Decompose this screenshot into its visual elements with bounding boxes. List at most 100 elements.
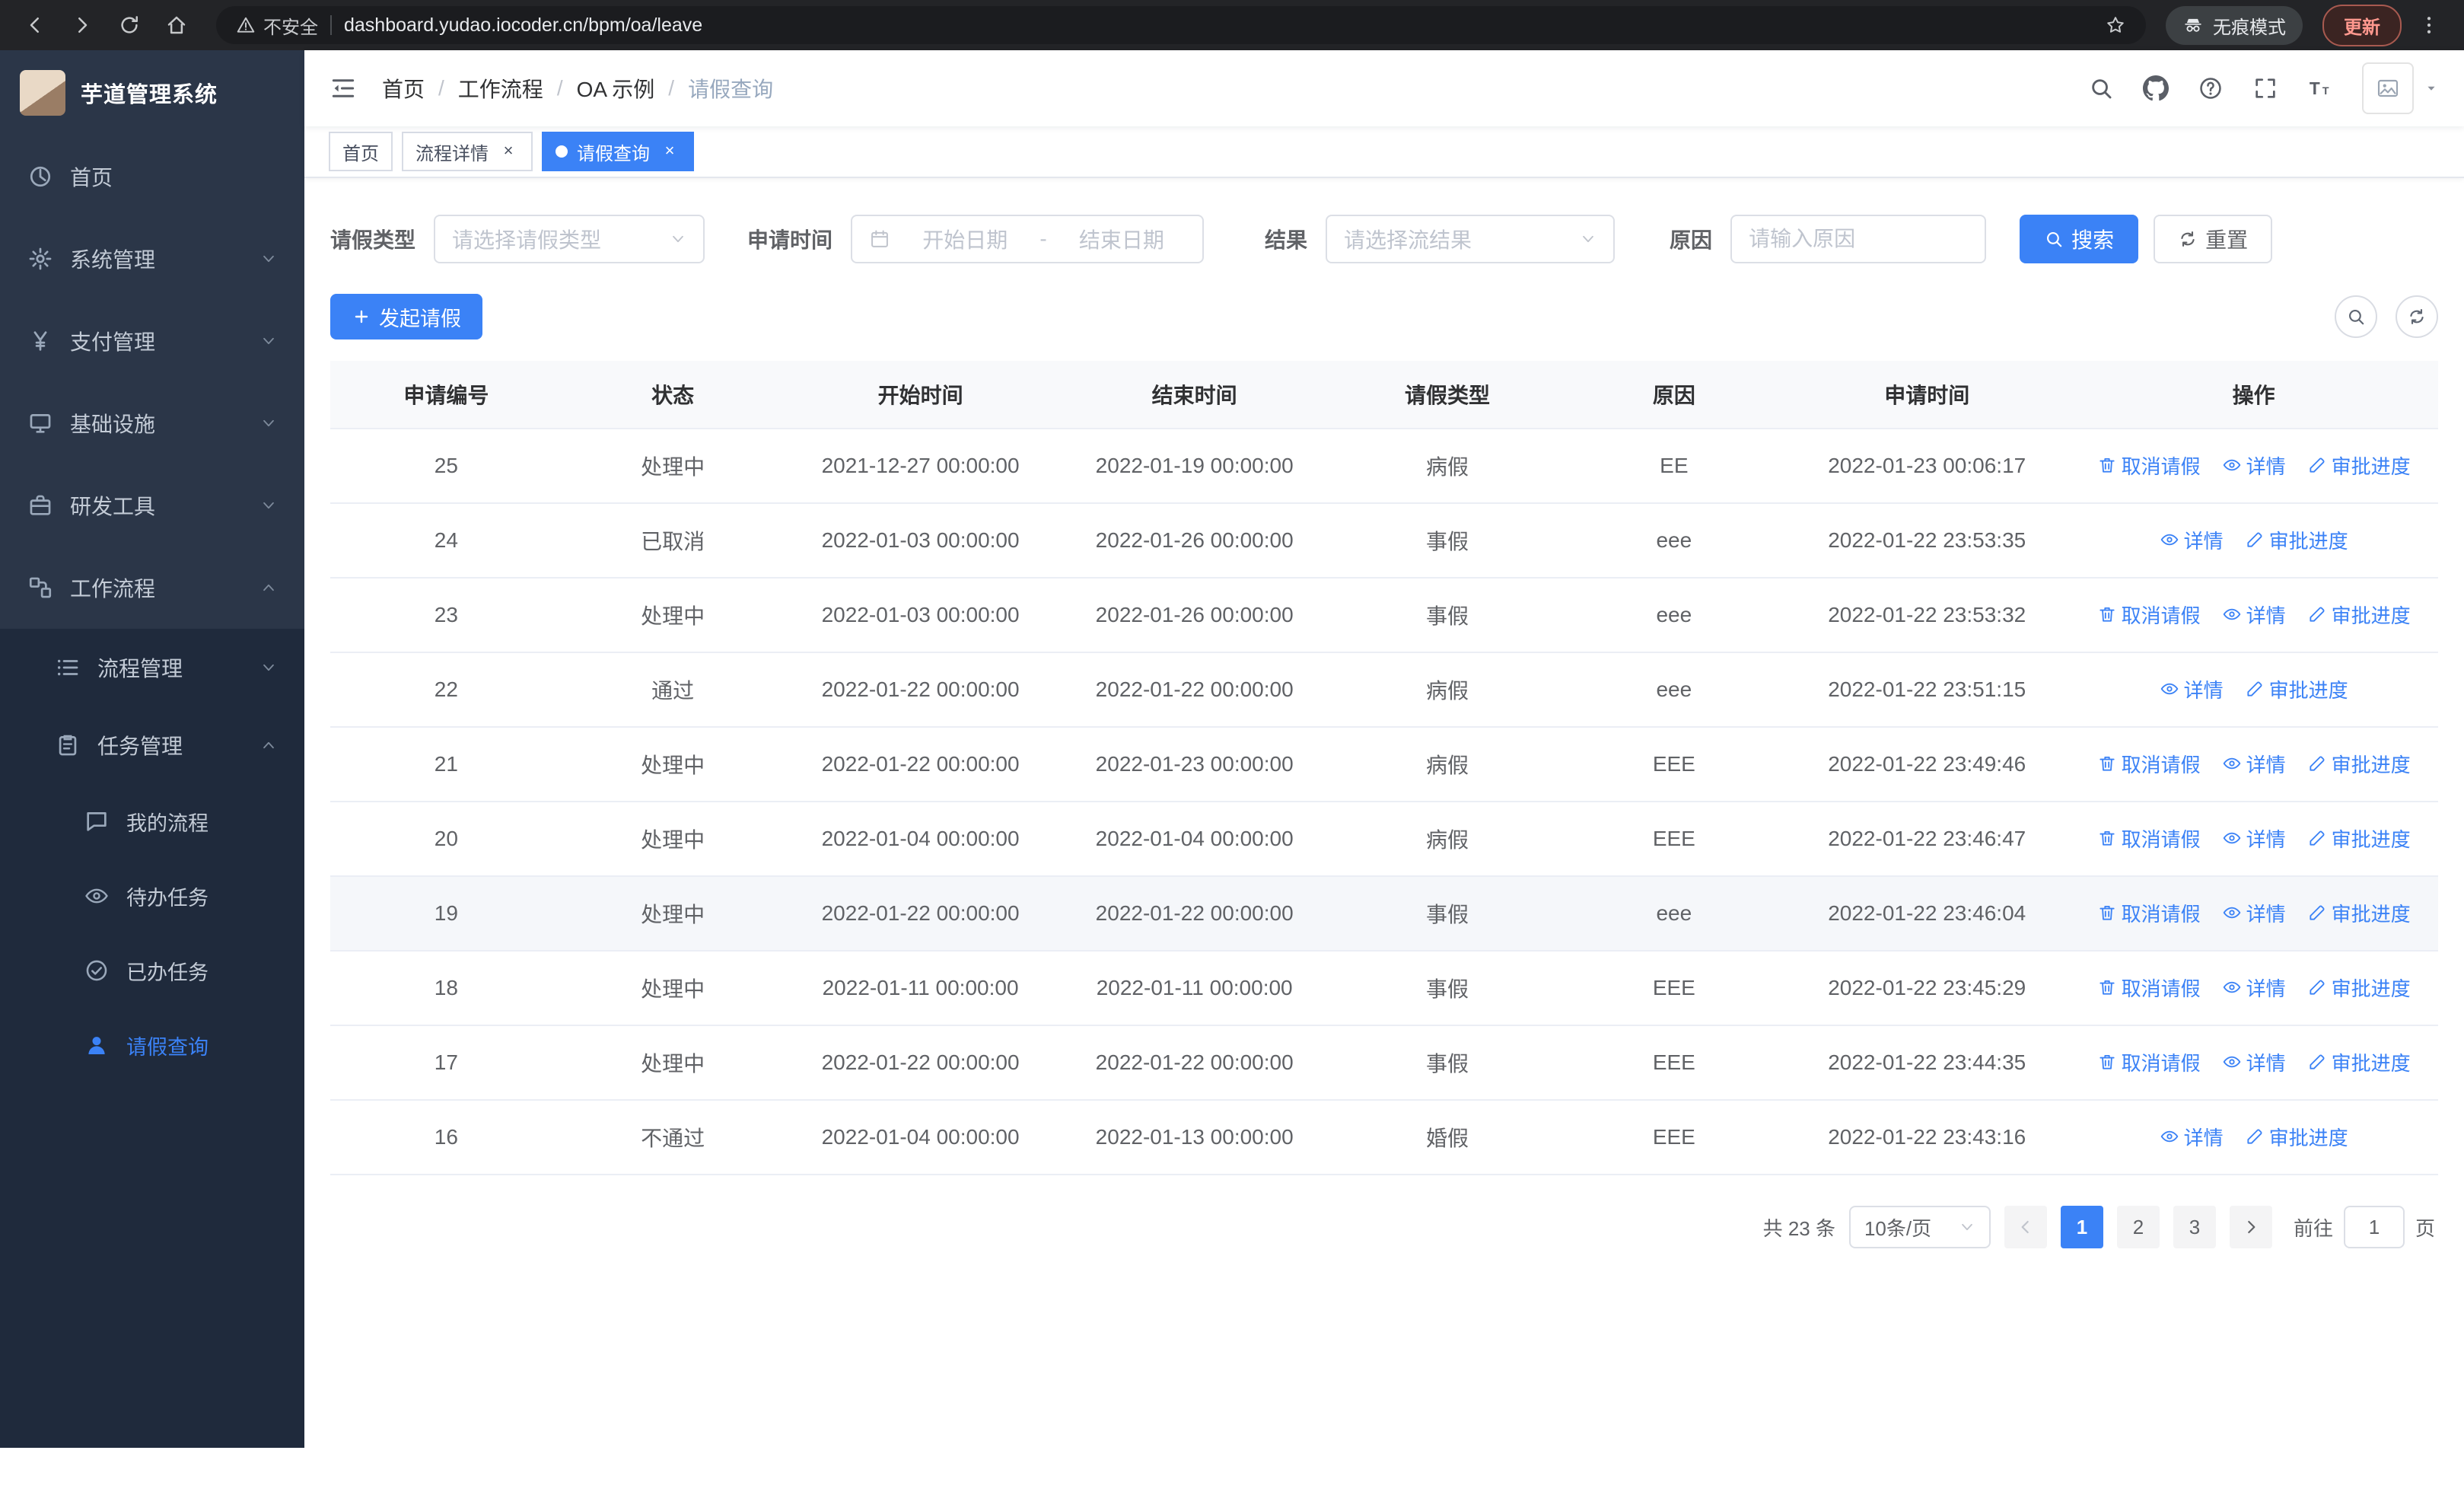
page-button-1[interactable]: 1	[2060, 1206, 2103, 1248]
cancel-leave-action[interactable]: 取消请假	[2097, 974, 2201, 1002]
approval-progress-action[interactable]: 审批进度	[2307, 824, 2411, 853]
result-select[interactable]: 请选择流结果	[1326, 215, 1616, 263]
detail-action[interactable]: 详情	[2222, 899, 2286, 927]
cancel-leave-action[interactable]: 取消请假	[2097, 750, 2201, 778]
prev-page-button[interactable]	[2004, 1206, 2047, 1248]
sidebar-leaf-已办任务[interactable]: 已办任务	[0, 933, 304, 1008]
chevron-down-icon	[260, 250, 277, 267]
address-bar[interactable]: 不安全 dashboard.yudao.iocoder.cn/bpm/oa/le…	[216, 6, 2146, 44]
leave-type-select[interactable]: 请选择请假类型	[434, 215, 705, 263]
cell-status: 处理中	[562, 578, 784, 653]
goto-page-input[interactable]	[2343, 1206, 2405, 1248]
sidebar-leaf-待办任务[interactable]: 待办任务	[0, 859, 304, 933]
table-row: 24 已取消 2022-01-03 00:00:00 2022-01-26 00:00…	[330, 503, 2438, 579]
sidebar-item-基础设施[interactable]: 基础设施	[0, 382, 304, 464]
column-header: 操作	[2069, 361, 2438, 429]
cancel-leave-action[interactable]: 取消请假	[2097, 451, 2201, 480]
eye-icon	[84, 883, 110, 909]
app-root: 芋道管理系统 首页 系统管理 支付管理 基础设施 研发工具 工作流程 流程管理 任务管理 我的流…	[0, 50, 2464, 1495]
sidebar-item-工作流程[interactable]: 工作流程	[0, 547, 304, 629]
sidebar-item-首页[interactable]: 首页	[0, 135, 304, 218]
approval-progress-action[interactable]: 审批进度	[2307, 750, 2411, 778]
approval-progress-action[interactable]: 审批进度	[2245, 526, 2348, 554]
user-menu[interactable]	[2362, 62, 2440, 114]
create-leave-button[interactable]: 发起请假	[330, 294, 482, 339]
toggle-search-button[interactable]	[2335, 295, 2377, 338]
chevron-down-icon	[260, 659, 277, 676]
approval-progress-action[interactable]: 审批进度	[2245, 675, 2348, 703]
search-button[interactable]: 搜索	[2020, 215, 2139, 263]
sidebar-fold-button[interactable]	[329, 74, 358, 103]
eye-icon	[2222, 754, 2242, 773]
bookmark-star-icon[interactable]	[2105, 14, 2126, 36]
sidebar-leaf-我的流程[interactable]: 我的流程	[0, 784, 304, 859]
action-label: 审批进度	[2268, 1126, 2348, 1149]
detail-action[interactable]: 详情	[2222, 824, 2286, 853]
edit-icon	[2307, 604, 2327, 624]
detail-action[interactable]: 详情	[2222, 974, 2286, 1002]
browser-forward-button[interactable]	[62, 5, 102, 45]
workflow-icon	[27, 575, 53, 601]
approval-progress-action[interactable]: 审批进度	[2307, 899, 2411, 927]
approval-progress-action[interactable]: 审批进度	[2307, 974, 2411, 1002]
approval-progress-action[interactable]: 审批进度	[2245, 1123, 2348, 1151]
sidebar-item-支付管理[interactable]: 支付管理	[0, 300, 304, 382]
detail-action[interactable]: 详情	[2160, 1123, 2224, 1151]
tab-首页[interactable]: 首页	[329, 132, 393, 171]
breadcrumb-item[interactable]: 首页	[382, 73, 425, 104]
refresh-table-button[interactable]	[2396, 295, 2438, 338]
close-tab-icon[interactable]: ×	[659, 141, 680, 162]
trash-icon	[2097, 754, 2117, 773]
approval-progress-action[interactable]: 审批进度	[2307, 451, 2411, 480]
browser-home-button[interactable]	[157, 5, 196, 45]
cancel-leave-action[interactable]: 取消请假	[2097, 601, 2201, 629]
font-size-icon[interactable]: TT	[2307, 75, 2333, 101]
help-icon[interactable]	[2198, 75, 2224, 101]
tab-请假查询[interactable]: 请假查询 ×	[542, 132, 694, 171]
reason-input[interactable]	[1732, 216, 1985, 262]
sidebar-subitem-流程管理[interactable]: 流程管理	[0, 629, 304, 706]
cancel-leave-action[interactable]: 取消请假	[2097, 824, 2201, 853]
app-logo[interactable]: 芋道管理系统	[0, 50, 304, 135]
detail-action[interactable]: 详情	[2222, 1048, 2286, 1076]
browser-update-button[interactable]: 更新	[2322, 4, 2402, 46]
breadcrumb-item[interactable]: OA 示例	[577, 73, 655, 104]
github-icon[interactable]	[2143, 75, 2169, 101]
edit-icon	[2245, 530, 2265, 550]
sidebar-subitem-任务管理[interactable]: 任务管理	[0, 706, 304, 784]
detail-action[interactable]: 详情	[2222, 601, 2286, 629]
sidebar-item-研发工具[interactable]: 研发工具	[0, 464, 304, 547]
browser-reload-button[interactable]	[110, 5, 149, 45]
cancel-leave-action[interactable]: 取消请假	[2097, 1048, 2201, 1076]
browser-back-button[interactable]	[15, 5, 55, 45]
tools-icon	[27, 492, 53, 518]
page-button-2[interactable]: 2	[2116, 1206, 2160, 1248]
cell-reason: eee	[1563, 578, 1785, 653]
next-page-button[interactable]	[2229, 1206, 2272, 1248]
browser-menu-button[interactable]	[2409, 5, 2449, 45]
pagination: 共 23 条 10条/页 123 前往 页	[333, 1206, 2435, 1279]
close-tab-icon[interactable]: ×	[498, 141, 519, 162]
detail-action[interactable]: 详情	[2160, 675, 2224, 703]
apply-time-range-picker[interactable]: 开始日期 - 结束日期	[851, 215, 1205, 263]
edit-icon	[2307, 1052, 2327, 1072]
detail-action[interactable]: 详情	[2222, 750, 2286, 778]
breadcrumb-item[interactable]: 工作流程	[458, 73, 543, 104]
header-search-icon[interactable]	[2088, 75, 2114, 101]
cell-actions: 取消请假 详情 审批进度	[2069, 727, 2438, 802]
page-button-3[interactable]: 3	[2173, 1206, 2216, 1248]
cell-end: 2022-01-11 00:00:00	[1057, 951, 1332, 1026]
menu-item-label: 流程管理	[97, 657, 183, 681]
sidebar-item-系统管理[interactable]: 系统管理	[0, 218, 304, 300]
detail-action[interactable]: 详情	[2222, 451, 2286, 480]
page-size-select[interactable]: 10条/页	[1848, 1206, 1991, 1248]
sidebar-leaf-请假查询[interactable]: 请假查询	[0, 1008, 304, 1082]
cancel-leave-action[interactable]: 取消请假	[2097, 899, 2201, 927]
tab-流程详情[interactable]: 流程详情 ×	[402, 132, 533, 171]
fullscreen-icon[interactable]	[2252, 75, 2278, 101]
approval-progress-action[interactable]: 审批进度	[2307, 1048, 2411, 1076]
workflow-submenu: 流程管理任务管理 我的流程 待办任务 已办任务 请假查询	[0, 629, 304, 1448]
approval-progress-action[interactable]: 审批进度	[2307, 601, 2411, 629]
reset-button[interactable]: 重置	[2154, 215, 2273, 263]
detail-action[interactable]: 详情	[2160, 526, 2224, 554]
